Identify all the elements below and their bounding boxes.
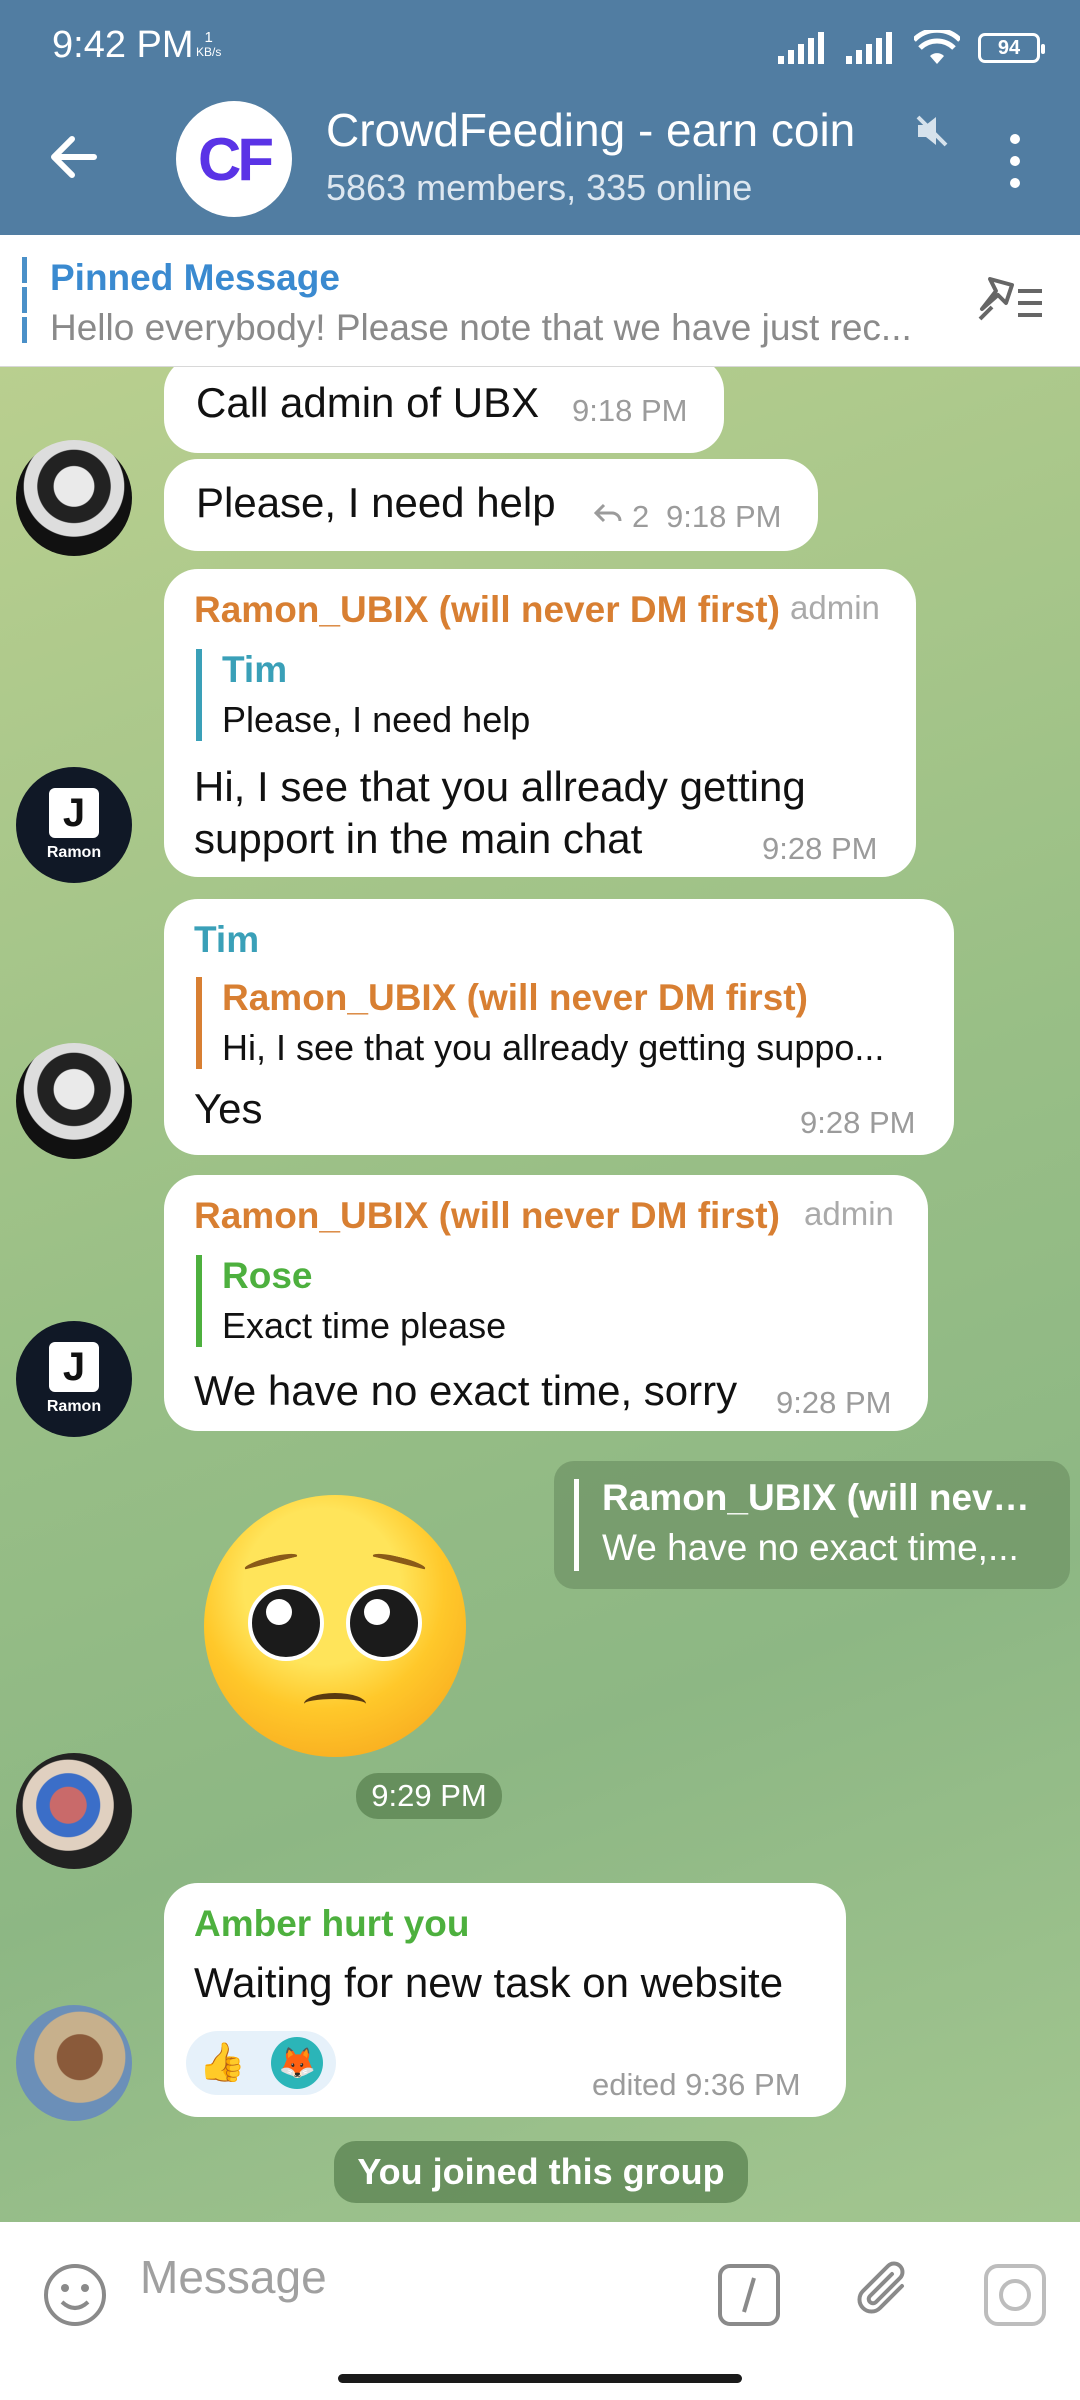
reply-indicator bbox=[574, 1479, 579, 1571]
message-time: 9:28 PM bbox=[776, 1385, 892, 1420]
emoji-eye bbox=[346, 1585, 422, 1661]
avatar-user[interactable] bbox=[16, 1753, 132, 1869]
message-time: 9:28 PM bbox=[762, 831, 878, 866]
reply-count: 2 bbox=[632, 499, 650, 534]
forward-text: We have no exact time,... bbox=[602, 1527, 1019, 1568]
emoji-eye bbox=[248, 1585, 324, 1661]
network-speed-unit: KB/s bbox=[196, 45, 222, 59]
pinned-indicator bbox=[22, 257, 27, 345]
message-time: 9:18 PM bbox=[666, 499, 782, 534]
forwarded-reply-preview[interactable]: Ramon_UBIX (will neve... We have no exac… bbox=[554, 1461, 1070, 1589]
message-input[interactable]: Message bbox=[140, 2250, 327, 2304]
reactions-bar[interactable]: 👍 🦊 bbox=[186, 2031, 336, 2095]
reply-text: Hi, I see that you allready getting supp… bbox=[222, 1027, 885, 1068]
muted-icon bbox=[916, 115, 948, 147]
pinned-list-icon[interactable] bbox=[976, 275, 1046, 325]
message-text: Waiting for new task on website bbox=[194, 1959, 784, 2006]
service-message: You joined this group bbox=[334, 2141, 748, 2203]
message-text-line1: Hi, I see that you allready getting bbox=[194, 763, 806, 810]
message-text: Please, I need help bbox=[196, 479, 556, 526]
message-bubble[interactable]: Ramon_UBIX (will never DM first) admin R… bbox=[164, 1175, 928, 1431]
avatar-ramon[interactable]: J Ramon bbox=[16, 767, 132, 883]
chat-subtitle: 5863 members, 335 online bbox=[326, 167, 753, 208]
sender-name[interactable]: Tim bbox=[194, 919, 259, 961]
status-bar: 9:42 PM 1 KB/s 94 bbox=[0, 0, 1080, 97]
thumbs-up-reaction-icon[interactable]: 👍 bbox=[199, 2041, 246, 2085]
pinned-message-bar[interactable]: Pinned Message Hello everybody! Please n… bbox=[0, 235, 1080, 367]
message-bubble[interactable]: Tim Ramon_UBIX (will never DM first) Hi,… bbox=[164, 899, 954, 1155]
admin-badge: admin bbox=[790, 589, 880, 626]
group-avatar[interactable]: CF bbox=[176, 101, 292, 217]
message-time: 9:28 PM bbox=[800, 1105, 916, 1140]
message-time: edited 9:36 PM bbox=[592, 2067, 801, 2102]
ramon-logo-icon: J bbox=[49, 788, 99, 838]
sender-name[interactable]: Amber hurt you bbox=[194, 1903, 469, 1945]
message-text: Call admin of UBX bbox=[196, 379, 540, 426]
sender-name[interactable]: Ramon_UBIX (will never DM first) bbox=[194, 589, 780, 631]
pinned-title: Pinned Message bbox=[50, 257, 340, 298]
emoji-brow bbox=[243, 1550, 299, 1574]
reply-preview[interactable]: Ramon_UBIX (will never DM first) Hi, I s… bbox=[196, 977, 920, 1069]
avatar-tim[interactable] bbox=[16, 440, 132, 556]
signal-icon bbox=[778, 32, 824, 64]
ramon-logo-icon: J bbox=[49, 1342, 99, 1392]
reply-name: Ramon_UBIX (will never DM first) bbox=[222, 977, 808, 1018]
more-options-icon[interactable] bbox=[1000, 131, 1030, 191]
reply-preview[interactable]: Tim Please, I need help bbox=[196, 649, 876, 741]
message-text-line2: support in the main chat bbox=[194, 815, 643, 862]
reply-text: Please, I need help bbox=[222, 699, 531, 740]
message-bubble[interactable]: Call admin of UBX 9:18 PM bbox=[164, 367, 724, 453]
bot-commands-icon[interactable] bbox=[716, 2262, 782, 2328]
avatar-ramon[interactable]: J Ramon bbox=[16, 1321, 132, 1437]
reply-preview[interactable]: Rose Exact time please bbox=[196, 1255, 876, 1347]
reply-count-icon bbox=[593, 503, 622, 523]
reply-name: Rose bbox=[222, 1255, 313, 1296]
admin-badge: admin bbox=[804, 1195, 894, 1232]
message-bubble[interactable]: Ramon_UBIX (will never DM first) admin T… bbox=[164, 569, 916, 877]
attach-icon[interactable] bbox=[850, 2258, 920, 2328]
message-text: We have no exact time, sorry bbox=[194, 1367, 738, 1414]
network-speed: 1 KB/s bbox=[196, 30, 221, 60]
battery-icon: 94 bbox=[978, 33, 1045, 63]
message-time: 9:29 PM bbox=[356, 1773, 502, 1819]
chat-header[interactable]: CF CrowdFeeding - earn coin 5863 members… bbox=[0, 97, 1080, 235]
fox-reaction-icon[interactable]: 🦊 bbox=[271, 2037, 324, 2089]
emoji-brow bbox=[371, 1550, 427, 1574]
sender-name[interactable]: Ramon_UBIX (will never DM first) bbox=[194, 1195, 780, 1237]
network-speed-value: 1 bbox=[204, 29, 213, 46]
emoji-icon[interactable] bbox=[42, 2262, 108, 2328]
chat-title[interactable]: CrowdFeeding - earn coin bbox=[326, 103, 896, 157]
chat-area[interactable]: Call admin of UBX 9:18 PM Please, I need… bbox=[0, 367, 1080, 2222]
reply-name: Tim bbox=[222, 649, 288, 690]
pinned-text: Hello everybody! Please note that we hav… bbox=[50, 307, 912, 348]
forward-name: Ramon_UBIX (will neve... bbox=[602, 1477, 1042, 1518]
pleading-face-emoji-icon[interactable] bbox=[204, 1495, 466, 1757]
avatar-amber[interactable] bbox=[16, 2005, 132, 2121]
emoji-mouth bbox=[304, 1693, 366, 1715]
status-time: 9:42 PM bbox=[52, 24, 194, 66]
avatar-label: Ramon bbox=[46, 1398, 102, 1415]
message-time: 9:18 PM bbox=[572, 393, 688, 428]
back-arrow-icon[interactable] bbox=[44, 127, 104, 187]
signal-icon-2 bbox=[846, 32, 892, 64]
avatar-tim[interactable] bbox=[16, 1043, 132, 1159]
avatar-label: Ramon bbox=[46, 844, 102, 861]
camera-icon[interactable] bbox=[982, 2262, 1048, 2328]
home-indicator[interactable] bbox=[338, 2374, 742, 2383]
reply-text: Exact time please bbox=[222, 1305, 507, 1346]
message-bubble[interactable]: Please, I need help 2 9:18 PM bbox=[164, 459, 818, 551]
message-text: Yes bbox=[194, 1085, 263, 1132]
wifi-icon bbox=[914, 30, 960, 64]
